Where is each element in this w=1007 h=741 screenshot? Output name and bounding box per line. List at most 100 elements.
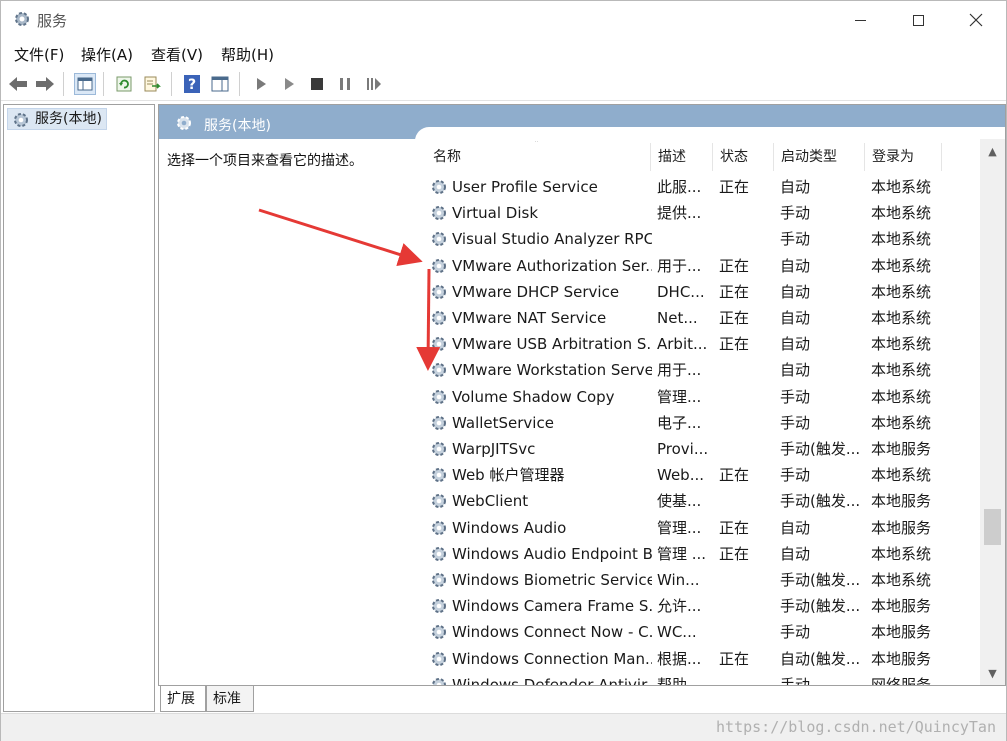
refresh-button[interactable] <box>113 73 135 95</box>
service-startup-type: 自动 <box>780 178 811 196</box>
service-row[interactable]: VMware DHCP Service DHC... 正在 自动 本地系统 <box>421 279 941 305</box>
show-hide-console-tree-button[interactable] <box>74 73 96 95</box>
service-startup-type: 手动 <box>780 675 811 686</box>
service-logon-as: 本地系统 <box>871 256 932 275</box>
service-row[interactable]: VMware Authorization Ser... 用于... 正在 自动 本地系统 <box>421 253 941 279</box>
start-service-alt-button[interactable] <box>278 73 300 95</box>
service-row[interactable]: VMware NAT Service Net... 正在 自动 本地系统 <box>421 305 941 331</box>
service-row[interactable]: Windows Defender Antivir... 帮助... 手动 网络服务 <box>421 672 941 686</box>
pause-service-button[interactable] <box>334 73 356 95</box>
service-description: 管理... <box>657 518 702 537</box>
service-row[interactable]: WebClient 使基... 手动(触发... 本地服务 <box>421 488 941 514</box>
service-startup-type: 自动 <box>780 544 811 563</box>
service-startup-type: 手动(触发... <box>780 440 861 458</box>
restart-service-button[interactable] <box>363 73 385 95</box>
service-startup-type: 自动 <box>780 518 811 537</box>
minimize-button[interactable] <box>837 1 883 39</box>
service-row[interactable]: Windows Connect Now - C... WC... 手动 本地服务 <box>421 619 941 645</box>
service-startup-type: 自动 <box>780 282 811 301</box>
forward-arrow-icon <box>36 77 54 91</box>
service-status: 正在 <box>719 282 750 301</box>
export-list-button[interactable] <box>141 73 163 95</box>
service-status: 正在 <box>719 256 750 275</box>
service-description: Provi... <box>657 440 709 458</box>
service-row[interactable]: Visual Studio Analyzer RPC... 手动 本地系统 <box>421 226 941 252</box>
service-gear-icon <box>430 676 448 685</box>
help-button[interactable]: ? <box>181 73 203 95</box>
service-row[interactable]: VMware Workstation Server 用于... 自动 本地系统 <box>421 357 941 383</box>
service-status: 正在 <box>719 335 750 354</box>
back-button[interactable] <box>7 73 29 95</box>
service-name: Virtual Disk <box>452 204 539 223</box>
service-row[interactable]: WalletService 电子... 手动 本地系统 <box>421 410 941 436</box>
service-description: 帮助... <box>657 675 702 686</box>
scrollbar-thumb[interactable] <box>984 509 1001 545</box>
tab-standard[interactable]: 标准 <box>206 686 254 712</box>
service-status: 正在 <box>719 544 750 563</box>
service-description: 提供... <box>657 204 702 223</box>
service-description: DHC... <box>657 282 705 301</box>
service-row[interactable]: Windows Audio Endpoint B... 管理 ... 正在 自动 本地系… <box>421 541 941 567</box>
menu-action[interactable]: 操作(A) <box>81 44 133 65</box>
service-logon-as: 本地系统 <box>871 309 932 327</box>
service-name: Volume Shadow Copy <box>452 387 615 406</box>
service-name: Windows Camera Frame S... <box>452 597 652 616</box>
service-logon-as: 本地服务 <box>871 518 932 537</box>
restart-icon <box>367 78 381 90</box>
stop-service-button[interactable] <box>306 73 328 95</box>
service-logon-as: 本地系统 <box>871 413 932 432</box>
service-row[interactable]: Windows Camera Frame S... 允许... 手动(触发... 本地… <box>421 593 941 619</box>
play-icon <box>285 78 294 90</box>
close-button[interactable] <box>953 1 999 39</box>
menu-view[interactable]: 查看(V) <box>151 44 203 65</box>
start-service-button[interactable] <box>250 73 272 95</box>
service-row[interactable]: WarpJITSvc Provi... 手动(触发... 本地服务 <box>421 436 941 462</box>
service-name: VMware NAT Service <box>452 309 607 327</box>
description-text: 选择一个项目来查看它的描述。 <box>167 153 363 169</box>
menu-file[interactable]: 文件(F) <box>14 44 64 65</box>
service-row[interactable]: Volume Shadow Copy 管理... 手动 本地系统 <box>421 384 941 410</box>
menu-help[interactable]: 帮助(H) <box>221 44 274 65</box>
column-header-name[interactable]: 名称 <box>433 141 461 173</box>
scroll-down-icon[interactable]: ▼ <box>980 663 1005 685</box>
scroll-up-icon[interactable]: ▲ <box>980 141 1005 163</box>
service-description: WC... <box>657 623 697 642</box>
tree-item-services-local[interactable]: 服务(本地) <box>7 108 107 130</box>
service-name: WalletService <box>452 413 554 432</box>
service-row[interactable]: Windows Audio 管理... 正在 自动 本地服务 <box>421 515 941 541</box>
service-row[interactable]: Virtual Disk 提供... 手动 本地系统 <box>421 200 941 226</box>
service-description: Arbit... <box>657 335 708 354</box>
column-header-status[interactable]: 状态 <box>720 141 748 173</box>
forward-button[interactable] <box>34 73 56 95</box>
show-hide-action-pane-button[interactable] <box>209 73 231 95</box>
column-header-logon-as[interactable]: 登录为 <box>872 141 914 173</box>
service-startup-type: 自动 <box>780 256 811 275</box>
service-startup-type: 自动 <box>780 309 811 327</box>
services-window: 服务 文件(F) 操作(A) 查看(V) 帮助(H) ? 服务(本地) 服务(本… <box>0 0 1007 741</box>
column-header-description[interactable]: 描述 <box>658 141 686 173</box>
service-startup-type: 手动(触发... <box>780 492 861 511</box>
service-name: User Profile Service <box>452 178 598 196</box>
services-gear-icon <box>177 116 191 130</box>
service-row[interactable]: VMware USB Arbitration S... Arbit... 正在 自动 本… <box>421 331 941 357</box>
tab-extended[interactable]: 扩展 <box>160 686 206 712</box>
service-name: Windows Connection Man... <box>452 649 652 668</box>
service-name: VMware Authorization Ser... <box>452 256 652 275</box>
sort-ascending-icon: ˄ <box>534 141 539 150</box>
service-row[interactable]: Windows Connection Man... 根据... 正在 自动(触发...… <box>421 646 941 672</box>
vertical-scrollbar[interactable]: ▲ ▼ <box>980 139 1005 685</box>
service-startup-type: 手动 <box>780 413 811 432</box>
service-row[interactable]: Windows Biometric Service Win... 手动(触发... 本… <box>421 567 941 593</box>
pause-icon <box>340 78 350 90</box>
maximize-icon <box>912 14 924 26</box>
service-row[interactable]: User Profile Service 此服... 正在 自动 本地系统 <box>421 174 941 200</box>
maximize-button[interactable] <box>895 1 941 39</box>
service-name: Windows Connect Now - C... <box>452 623 652 642</box>
service-status: 正在 <box>719 466 750 485</box>
service-name: Windows Audio Endpoint B... <box>452 544 652 563</box>
service-name: WarpJITSvc <box>452 440 536 458</box>
service-logon-as: 本地系统 <box>871 466 932 485</box>
service-startup-type: 自动 <box>780 335 811 354</box>
service-row[interactable]: Web 帐户管理器 Web... 正在 手动 本地系统 <box>421 462 941 488</box>
column-header-startup-type[interactable]: 启动类型 <box>781 141 837 173</box>
